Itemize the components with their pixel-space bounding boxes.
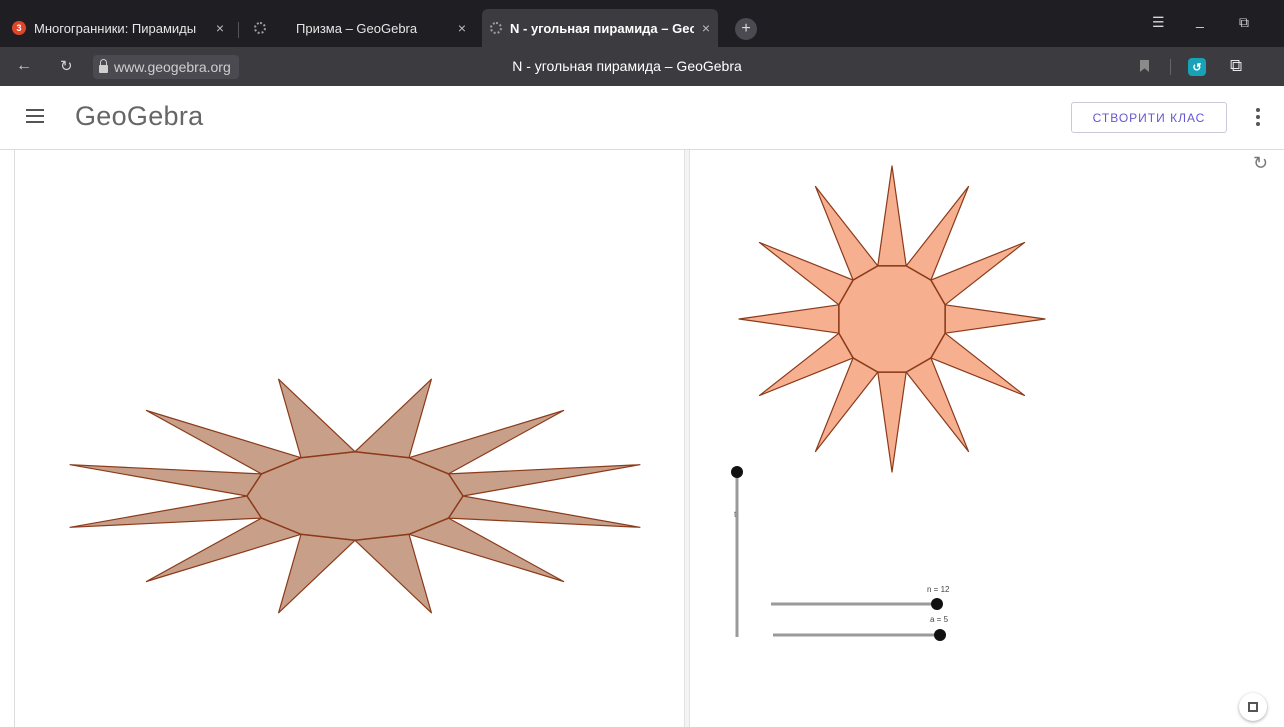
browser-tab-bar: 3 Многогранники: Пирамиды × Призма – Geo…: [0, 0, 1284, 47]
new-tab-button[interactable]: +: [735, 18, 757, 40]
extension-icon[interactable]: ↺: [1188, 58, 1206, 76]
pyramid-net-star: [738, 165, 1046, 473]
slider-n-handle[interactable]: [931, 598, 943, 610]
vertical-slider-handle[interactable]: [731, 466, 743, 478]
lateral-face: [408, 517, 565, 583]
lateral-face: [408, 409, 565, 475]
close-icon[interactable]: ×: [702, 20, 710, 36]
lateral-face: [930, 332, 1026, 397]
menu-icon[interactable]: ☰: [1152, 14, 1165, 31]
lateral-face: [69, 464, 263, 497]
lateral-face: [944, 304, 1046, 334]
graphics-view-2d[interactable]: t n = 12 a = 5: [690, 150, 1284, 727]
restore-icon[interactable]: ⧉: [1239, 14, 1249, 31]
vertical-slider[interactable]: t: [731, 466, 743, 637]
tab-separator: [238, 22, 239, 38]
lateral-face: [814, 357, 879, 453]
tab-mnogogranniki[interactable]: 3 Многогранники: Пирамиды ×: [4, 9, 232, 47]
geogebra-applet: t n = 12 a = 5 ↻: [14, 150, 1284, 727]
slider-a-handle[interactable]: [934, 629, 946, 641]
tab-label: Многогранники: Пирамиды: [34, 20, 197, 36]
slider-a-label: a = 5: [930, 615, 949, 624]
lateral-face: [69, 495, 263, 528]
opera-red-icon: 3: [12, 21, 26, 35]
slider-n[interactable]: n = 12: [771, 585, 950, 610]
base-polygon: [838, 265, 946, 373]
lateral-face: [877, 371, 907, 473]
slider-n-label: n = 12: [927, 585, 950, 594]
lateral-face: [354, 378, 432, 459]
lateral-face: [278, 533, 356, 614]
lateral-face: [447, 464, 641, 497]
lateral-face: [905, 357, 970, 453]
close-icon[interactable]: ×: [458, 20, 466, 36]
toolbar-separator: [1170, 59, 1171, 75]
lateral-face: [758, 241, 854, 306]
loading-icon: [254, 22, 266, 34]
lateral-face: [930, 241, 1026, 306]
lateral-face: [354, 533, 432, 614]
geogebra-logo[interactable]: GeoGebra: [75, 101, 203, 132]
fullscreen-button[interactable]: [1239, 693, 1267, 721]
loading-icon: [490, 22, 502, 34]
geogebra-header: GeoGebra СТВОРИТИ КЛАС: [0, 86, 1284, 150]
fullscreen-icon: [1248, 702, 1258, 712]
lateral-face: [814, 185, 879, 281]
lateral-face: [145, 409, 302, 475]
page-title: N - угольная пирамида – GeoGebra: [512, 58, 742, 74]
address-bar: ← ↻ www.geogebra.org N - угольная пирами…: [0, 47, 1284, 86]
tab-prizma[interactable]: Призма – GeoGebra ×: [246, 9, 474, 47]
translate-icon[interactable]: ⧉: [1230, 56, 1242, 76]
refresh-icon[interactable]: ↻: [1253, 153, 1268, 174]
lateral-face: [447, 495, 641, 528]
pyramid-3d-star: [69, 378, 641, 614]
slider-a[interactable]: a = 5: [773, 615, 949, 641]
more-options-icon[interactable]: [1256, 108, 1260, 129]
hamburger-menu-icon[interactable]: [26, 109, 44, 127]
tab-label: Призма – GeoGebra: [296, 20, 418, 36]
tab-label: N - угольная пирамида – GeoGebra: [510, 20, 694, 36]
minimize-icon[interactable]: _: [1196, 12, 1204, 28]
lateral-face: [738, 304, 840, 334]
tab-pyramid[interactable]: N - угольная пирамида – GeoGebra ×: [482, 9, 718, 47]
lateral-face: [877, 165, 907, 267]
lateral-face: [145, 517, 302, 583]
lateral-face: [905, 185, 970, 281]
close-icon[interactable]: ×: [216, 20, 224, 36]
lateral-face: [758, 332, 854, 397]
create-class-button[interactable]: СТВОРИТИ КЛАС: [1071, 102, 1227, 133]
graphics-view-3d[interactable]: [15, 150, 684, 727]
lateral-face: [278, 378, 356, 459]
